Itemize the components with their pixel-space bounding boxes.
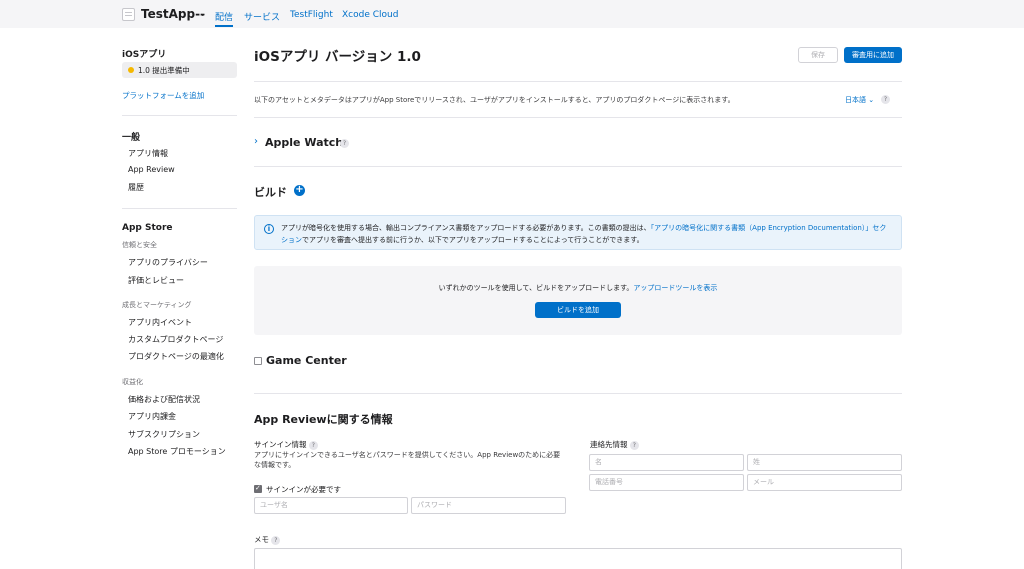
- phone-input[interactable]: 電話番号: [589, 474, 744, 491]
- save-button[interactable]: 保存: [798, 47, 838, 63]
- sidebar-divider: [122, 115, 237, 116]
- sidebar-growth-title: 成長とマーケティング: [122, 301, 192, 309]
- app-review-section-title: App Reviewに関する情報: [254, 413, 393, 426]
- sidebar-divider: [122, 208, 237, 209]
- add-for-review-button[interactable]: 審査用に追加: [844, 47, 902, 63]
- sidebar-version-item[interactable]: 1.0 提出準備中: [122, 62, 237, 78]
- build-upload-area: いずれかのツールを使用して、ビルドをアップロードします。アップロードツールを表示…: [254, 266, 902, 335]
- username-input[interactable]: ユーザ名: [254, 497, 408, 514]
- active-tab-indicator: [215, 25, 233, 27]
- sidebar-item-pricing-availability[interactable]: 価格および配信状況: [128, 394, 200, 405]
- sidebar-item-ratings-reviews[interactable]: 評価とレビュー: [128, 275, 184, 286]
- encryption-info-text: アプリが暗号化を使用する場合、輸出コンプライアンス書類をアップロードする必要があ…: [281, 224, 887, 244]
- help-icon[interactable]: ?: [629, 440, 639, 450]
- top-navigation-bar: TestApp-- ⌄ 配信 サービス TestFlight Xcode Clo…: [0, 0, 1024, 28]
- email-input[interactable]: メール: [747, 474, 902, 491]
- add-platform-link[interactable]: プラットフォームを追加: [122, 90, 204, 101]
- divider: [254, 81, 902, 82]
- app-name[interactable]: TestApp--: [141, 7, 205, 21]
- status-dot-icon: [128, 67, 134, 73]
- sidebar-item-app-privacy[interactable]: アプリのプライバシー: [128, 257, 208, 268]
- memo-textarea[interactable]: [254, 548, 902, 569]
- signin-required-label: サインインが必要です: [266, 485, 341, 494]
- sidebar-platform-title: iOSアプリ: [122, 50, 167, 60]
- sidebar-item-history[interactable]: 履歴: [128, 182, 144, 193]
- last-name-input[interactable]: 姓: [747, 454, 902, 471]
- sidebar-item-in-app-purchases[interactable]: アプリ内課金: [128, 411, 176, 422]
- sidebar-app-store-title: App Store: [122, 223, 173, 233]
- metadata-description: 以下のアセットとメタデータはアプリがApp Storeでリリースされ、ユーザがア…: [254, 96, 735, 104]
- language-selector[interactable]: 日本語 ⌄: [845, 95, 874, 105]
- contact-info-label: 連絡先情報 ?: [590, 439, 639, 450]
- sidebar-monetization-title: 収益化: [122, 378, 143, 386]
- signin-required-checkbox[interactable]: [254, 484, 262, 493]
- upload-instructions: いずれかのツールを使用して、ビルドをアップロードします。アップロードツールを表示: [438, 284, 718, 292]
- status-text: 1.0 提出準備中: [138, 66, 190, 75]
- chevron-down-icon[interactable]: ⌄: [199, 9, 207, 19]
- first-name-input[interactable]: 名: [589, 454, 744, 471]
- game-center-title: Game Center: [266, 354, 347, 367]
- nav-tab-distribution[interactable]: 配信: [215, 10, 233, 23]
- help-icon[interactable]: ?: [271, 535, 281, 545]
- app-icon: [122, 8, 135, 21]
- game-center-checkbox[interactable]: [254, 357, 262, 365]
- help-icon[interactable]: ?: [340, 139, 349, 148]
- help-icon[interactable]: ?: [308, 440, 318, 450]
- nav-tab-xcode-cloud[interactable]: Xcode Cloud: [342, 10, 398, 20]
- chevron-right-icon[interactable]: ›: [254, 136, 258, 147]
- sidebar-item-product-page-optimization[interactable]: プロダクトページの最適化: [128, 351, 224, 362]
- divider: [254, 166, 902, 167]
- add-build-plus-icon[interactable]: +: [294, 185, 305, 196]
- add-build-button[interactable]: ビルドを追加: [535, 302, 621, 318]
- memo-label: メモ ?: [254, 534, 281, 545]
- sidebar-item-app-info[interactable]: アプリ情報: [128, 148, 168, 159]
- divider: [254, 393, 902, 394]
- signin-info-label: サインイン情報 ?: [254, 439, 318, 450]
- nav-tab-testflight[interactable]: TestFlight: [290, 10, 333, 20]
- sidebar-item-custom-product-pages[interactable]: カスタムプロダクトページ: [128, 334, 223, 345]
- password-input[interactable]: パスワード: [411, 497, 566, 514]
- info-icon: i: [264, 224, 274, 234]
- sidebar-item-app-store-promotions[interactable]: App Store プロモーション: [128, 446, 226, 457]
- signin-info-help: アプリにサインインできるユーザ名とパスワードを提供してください。App Revi…: [254, 451, 561, 469]
- encryption-info-banner: i アプリが暗号化を使用する場合、輸出コンプライアンス書類をアップロードする必要…: [254, 215, 902, 250]
- sidebar-item-subscriptions[interactable]: サブスクリプション: [128, 429, 200, 440]
- show-upload-tools-link[interactable]: アップロードツールを表示: [633, 284, 717, 292]
- sidebar-item-app-review[interactable]: App Review: [128, 165, 175, 174]
- nav-tab-services[interactable]: サービス: [244, 10, 280, 23]
- sidebar-item-in-app-events[interactable]: アプリ内イベント: [128, 317, 192, 328]
- sidebar-general-title: 一般: [122, 133, 141, 143]
- page-title: iOSアプリ バージョン 1.0: [254, 49, 421, 65]
- apple-watch-section-title[interactable]: Apple Watch: [265, 136, 343, 149]
- sidebar-trust-title: 信頼と安全: [122, 241, 157, 249]
- divider: [254, 117, 902, 118]
- help-icon[interactable]: ?: [881, 95, 890, 104]
- build-section-title: ビルド: [254, 186, 287, 199]
